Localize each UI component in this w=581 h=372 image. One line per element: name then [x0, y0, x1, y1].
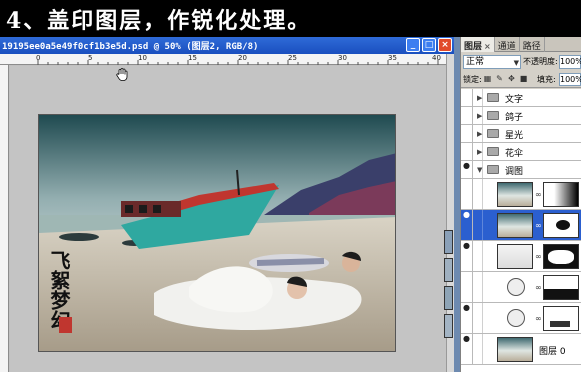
group-name: 调图 [505, 167, 524, 177]
visibility-toggle[interactable] [461, 125, 473, 142]
visibility-toggle[interactable] [461, 143, 473, 160]
layer-name: 图层 0 [539, 347, 566, 357]
fill-label: 填充: [537, 75, 556, 84]
layer-thumbnail [497, 244, 533, 269]
folder-icon [487, 165, 499, 174]
layer-row[interactable]: ● ∞ [461, 241, 581, 272]
layer-thumbnail [497, 337, 533, 362]
tab-layers[interactable]: 图层 × [461, 37, 495, 52]
link-icon: ∞ [535, 252, 542, 261]
layer-mask-thumbnail [543, 213, 579, 238]
layers-list: ▶ 文字 ▶ 鸽子 ▶ 星光 ▶ 花伞 ● ▼ 调图 ∞ ● ∞ ● ∞ ∞ ●… [461, 89, 581, 372]
expand-arrow-icon[interactable]: ▶ [477, 148, 482, 156]
eye-icon[interactable]: ● [461, 334, 473, 364]
adjustment-layer-icon [507, 278, 525, 296]
layer-thumbnail [497, 213, 533, 238]
layer-group[interactable]: ▶ 星光 [461, 125, 581, 143]
layer-group[interactable]: ▶ 花伞 [461, 143, 581, 161]
layer-mask-thumbnail [543, 275, 579, 300]
layer-mask-thumbnail [543, 244, 579, 269]
tab-channels-label: 通道 [497, 42, 516, 52]
layer-row[interactable]: ∞ [461, 179, 581, 210]
eye-icon[interactable]: ● [461, 161, 473, 178]
maximize-button[interactable]: □ [422, 38, 436, 52]
wedding-photo: 飞絮梦幻 [38, 114, 396, 352]
document-title: 19195ee0a5e49f0cf1b3e5d.psd @ 50% (图层2, … [2, 42, 259, 52]
group-name: 星光 [505, 131, 524, 141]
document-titlebar[interactable]: 19195ee0a5e49f0cf1b3e5d.psd @ 50% (图层2, … [0, 37, 454, 54]
folder-icon [487, 111, 499, 120]
layer-group[interactable]: ▶ 文字 [461, 89, 581, 107]
minimize-button[interactable]: _ [406, 38, 420, 52]
visibility-toggle[interactable] [461, 272, 473, 302]
folder-icon [487, 147, 499, 156]
layer-row-selected[interactable]: ● ∞ [461, 210, 581, 241]
layer-row[interactable]: ∞ [461, 272, 581, 303]
layer-group-expanded[interactable]: ● ▼ 调图 [461, 161, 581, 179]
link-icon: ∞ [535, 190, 542, 199]
layer-row-background[interactable]: ● 图层 0 [461, 334, 581, 365]
visibility-toggle[interactable] [461, 107, 473, 124]
chevron-down-icon: ▼ [513, 59, 519, 67]
layer-row[interactable]: ● ∞ [461, 303, 581, 334]
history-strip [443, 230, 454, 340]
layers-panel: 图层 × 通道 路径 正常 ▼ 不透明度: 100% 锁定: ▦ ✎ ✥ ■ 填充… [460, 37, 581, 372]
tab-close-icon[interactable]: × [484, 42, 491, 51]
link-icon: ∞ [535, 283, 542, 292]
folder-icon [487, 129, 499, 138]
red-seal [59, 317, 72, 333]
expand-arrow-icon[interactable]: ▶ [477, 94, 482, 102]
lock-paint-icon[interactable]: ✎ [495, 73, 504, 84]
lock-label: 锁定: [463, 75, 482, 84]
adjustment-layer-icon [507, 309, 525, 327]
eye-icon[interactable]: ● [461, 241, 473, 271]
tab-channels[interactable]: 通道 [495, 37, 520, 52]
opacity-field[interactable]: 100% [559, 55, 581, 69]
ruler-ticks [37, 60, 439, 65]
layer-mask-thumbnail [543, 306, 579, 331]
eye-icon[interactable]: ● [461, 303, 473, 333]
tab-paths[interactable]: 路径 [520, 37, 545, 52]
folder-icon [487, 93, 499, 102]
collapse-arrow-icon[interactable]: ▼ [477, 166, 482, 174]
horizontal-ruler: 0 5 10 15 20 25 30 35 40 [0, 54, 446, 65]
fill-field[interactable]: 100% [559, 73, 581, 86]
blend-mode-value: 正常 [466, 57, 485, 67]
layer-thumbnail [497, 182, 533, 207]
lock-transparent-icon[interactable]: ▦ [483, 73, 492, 84]
link-icon: ∞ [535, 221, 542, 230]
layer-mask-thumbnail [543, 182, 579, 207]
close-button[interactable]: × [438, 38, 452, 52]
visibility-toggle[interactable] [461, 89, 473, 106]
caption-banner: 4、盖印图层，作锐化处理。 [0, 0, 581, 37]
group-name: 文字 [505, 95, 524, 105]
expand-arrow-icon[interactable]: ▶ [477, 130, 482, 138]
caption-text: 4、盖印图层，作锐化处理。 [6, 8, 312, 34]
blend-mode-select[interactable]: 正常 ▼ [463, 55, 521, 69]
opacity-label: 不透明度: [523, 57, 558, 66]
lock-move-icon[interactable]: ✥ [507, 73, 516, 84]
hand-cursor-icon [116, 68, 128, 84]
tab-layers-label: 图层 [464, 42, 483, 52]
lock-all-icon[interactable]: ■ [519, 73, 528, 84]
group-name: 鸽子 [505, 113, 524, 123]
expand-arrow-icon[interactable]: ▶ [477, 112, 482, 120]
link-icon: ∞ [535, 314, 542, 323]
eye-icon[interactable]: ● [461, 210, 473, 240]
vertical-ruler [0, 65, 9, 372]
layer-group[interactable]: ▶ 鸽子 [461, 107, 581, 125]
tab-paths-label: 路径 [522, 42, 541, 52]
visibility-toggle[interactable] [461, 179, 473, 209]
group-name: 花伞 [505, 149, 524, 159]
panel-tabs: 图层 × 通道 路径 [461, 37, 581, 52]
